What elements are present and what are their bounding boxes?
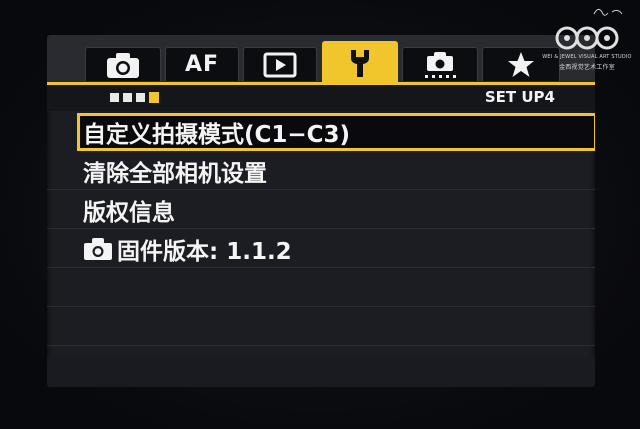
tab-playback[interactable] bbox=[243, 47, 317, 81]
studio-logo-icon bbox=[555, 8, 623, 50]
page-indicator-dot bbox=[123, 93, 132, 102]
menu-item-empty bbox=[47, 269, 595, 307]
watermark-line2: 金西视觉艺术工作室 bbox=[559, 64, 615, 71]
section-title: SET UP4 bbox=[484, 88, 555, 106]
menu-item-firmware-version[interactable]: 固件版本: 1.1.2 bbox=[47, 230, 595, 268]
tab-af[interactable]: AF bbox=[165, 47, 239, 81]
camera-lcd-frame: AF SET UP4 自定义拍摄模式(C1−C3) 清除全部相机设置 版权信息 … bbox=[0, 0, 640, 429]
camera-menu-screen: AF SET UP4 自定义拍摄模式(C1−C3) 清除全部相机设置 版权信息 … bbox=[47, 35, 595, 387]
menu-item-label: 清除全部相机设置 bbox=[83, 160, 267, 187]
menu-item-empty bbox=[47, 308, 595, 346]
bottom-strip bbox=[47, 357, 595, 387]
menu-item-clear-all-settings[interactable]: 清除全部相机设置 bbox=[47, 152, 595, 190]
camera-dots-icon bbox=[425, 51, 456, 78]
play-icon bbox=[263, 52, 297, 77]
menu-item-label: 自定义拍摄模式(C1−C3) bbox=[83, 122, 351, 148]
page-indicator-dot bbox=[110, 93, 119, 102]
tab-af-label: AF bbox=[184, 52, 220, 77]
menu-tab-bar: AF bbox=[47, 35, 595, 83]
tab-live-view[interactable] bbox=[402, 47, 478, 81]
camera-icon bbox=[107, 52, 139, 78]
camera-icon bbox=[84, 237, 112, 260]
studio-watermark-logo: WEI & JEWEL VISUAL ART STUDIO 金西视觉艺术工作室 bbox=[542, 4, 632, 74]
menu-item-label: 固件版本: 1.1.2 bbox=[117, 238, 292, 265]
page-indicator-dot bbox=[136, 93, 145, 102]
page-indicator-dot-current bbox=[149, 92, 159, 103]
menu-item-label: 版权信息 bbox=[83, 199, 175, 226]
tab-setup[interactable] bbox=[322, 41, 398, 83]
sub-header: SET UP4 bbox=[47, 85, 595, 111]
menu-item-copyright-info[interactable]: 版权信息 bbox=[47, 191, 595, 229]
star-icon bbox=[508, 51, 534, 77]
watermark-line1: WEI & JEWEL VISUAL ART STUDIO bbox=[542, 54, 632, 60]
tab-shooting[interactable] bbox=[85, 47, 161, 81]
wrench-icon bbox=[351, 49, 369, 77]
menu-item-custom-shooting-mode[interactable]: 自定义拍摄模式(C1−C3) bbox=[77, 113, 595, 151]
